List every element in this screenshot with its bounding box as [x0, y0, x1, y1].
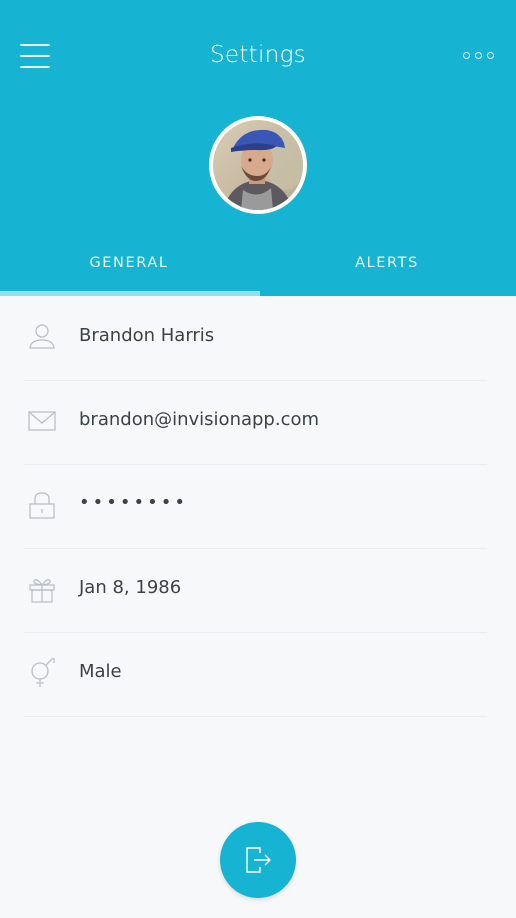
lock-icon: [27, 490, 57, 520]
gender-icon: [27, 658, 57, 688]
avatar[interactable]: [209, 116, 307, 214]
page-title: Settings: [210, 42, 306, 68]
password-field[interactable]: ••••••••: [24, 464, 487, 549]
more-dots-icon[interactable]: [462, 51, 498, 63]
password-value: ••••••••: [79, 492, 188, 513]
birthday-field[interactable]: Jan 8, 1986: [24, 548, 487, 633]
email-field[interactable]: brandon@invisionapp.com: [24, 380, 487, 465]
logout-icon: [246, 847, 271, 873]
mail-icon: [27, 406, 57, 436]
user-icon: [27, 322, 57, 352]
tab-general[interactable]: GENERAL: [0, 255, 258, 271]
gender-value: Male: [79, 661, 122, 682]
email-value: brandon@invisionapp.com: [79, 409, 320, 430]
name-field[interactable]: Brandon Harris: [24, 296, 487, 381]
logout-button[interactable]: [220, 822, 296, 898]
tab-alerts[interactable]: ALERTS: [258, 255, 516, 271]
birthday-value: Jan 8, 1986: [79, 577, 182, 598]
profile-photo: [213, 120, 303, 210]
gender-field[interactable]: Male: [24, 632, 487, 717]
header: Settings GENERAL ALERTS: [0, 0, 516, 296]
name-value: Brandon Harris: [79, 325, 215, 346]
gift-icon: [27, 574, 57, 604]
